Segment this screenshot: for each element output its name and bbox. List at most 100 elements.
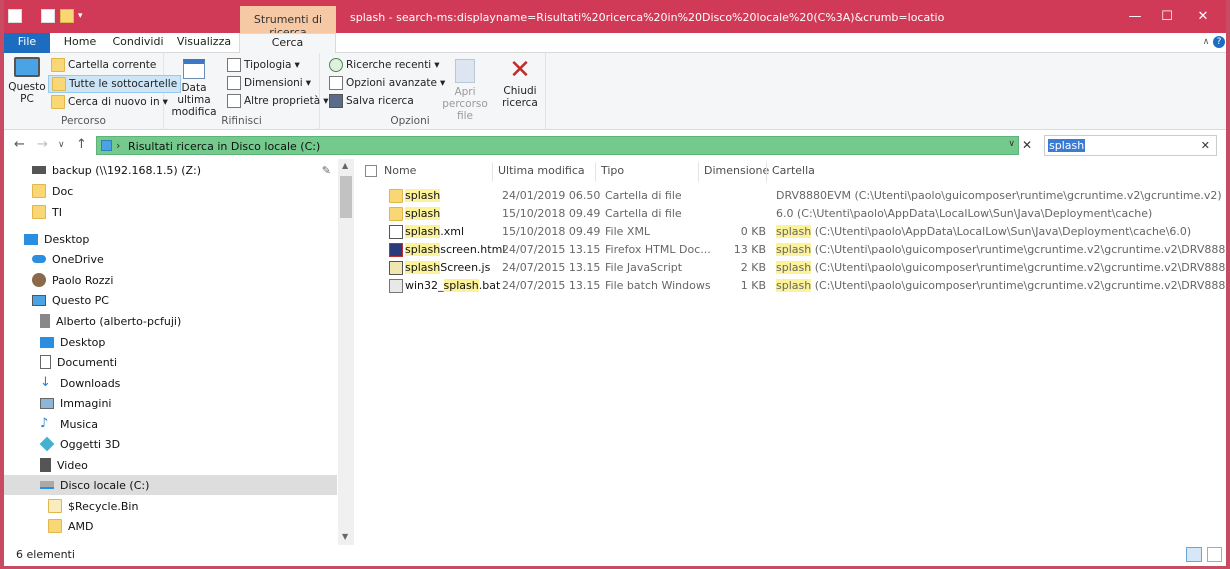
search-folder-icon: [51, 95, 65, 109]
ricerche-recenti-button[interactable]: Ricerche recenti ▾: [326, 56, 443, 74]
column-header-modified[interactable]: Ultima modifica: [498, 164, 585, 184]
properties-icon[interactable]: [41, 9, 55, 23]
questo-pc-button[interactable]: Questo PC: [8, 57, 46, 105]
sidebar-item-doc[interactable]: Doc: [4, 181, 337, 201]
sidebar-item-label: Oggetti 3D: [60, 437, 121, 451]
table-row[interactable]: splash 24/01/2019 06.50 Cartella di file…: [381, 187, 1222, 205]
address-dropdown-icon[interactable]: ∨: [1008, 139, 1015, 149]
app-icon[interactable]: [8, 9, 22, 23]
breadcrumb[interactable]: Risultati ricerca in Disco locale (C:): [128, 140, 320, 153]
column-divider[interactable]: [698, 162, 699, 182]
sidebar-item-recycle[interactable]: $Recycle.Bin: [4, 496, 337, 516]
navigation-pane: backup (\\192.168.1.5) (Z:) ✎ Doc TI Desk…: [4, 159, 354, 545]
cartella-corrente-label: Cartella corrente: [68, 59, 157, 71]
recent-locations-icon[interactable]: ∨: [58, 140, 65, 150]
sidebar-item-backup[interactable]: backup (\\192.168.1.5) (Z:) ✎: [4, 160, 337, 180]
tab-visualizza[interactable]: Visualizza: [176, 33, 232, 53]
tab-cerca[interactable]: Cerca: [239, 33, 336, 54]
chiudi-ricerca-button[interactable]: ✕ Chiudi ricerca: [500, 57, 540, 109]
salva-ricerca-button[interactable]: Salva ricerca: [326, 92, 417, 110]
sidebar-scrollbar[interactable]: ▲ ▼: [338, 159, 354, 545]
clear-search-button[interactable]: ✕: [1201, 139, 1210, 152]
customize-qa-icon[interactable]: ▾: [78, 11, 83, 25]
tab-file[interactable]: File: [4, 33, 50, 53]
tab-home[interactable]: Home: [60, 33, 100, 53]
tab-condividi[interactable]: Condividi: [108, 33, 168, 53]
sidebar-item-oggetti-3d[interactable]: Oggetti 3D: [4, 434, 337, 454]
scrollbar-thumb[interactable]: [340, 176, 352, 218]
forward-button[interactable]: →: [37, 137, 48, 152]
sidebar-item-desktop[interactable]: Desktop: [4, 229, 337, 249]
search-box[interactable]: splash ✕: [1044, 135, 1217, 156]
column-header-folder[interactable]: Cartella: [772, 164, 815, 184]
column-header-name[interactable]: Nome: [384, 164, 416, 184]
altre-proprieta-button[interactable]: Altre proprietà ▾: [224, 92, 331, 110]
table-row[interactable]: splashscreen.html 24/07/2015 13.15 Firef…: [381, 241, 1226, 259]
group-label: Percorso: [61, 115, 106, 127]
salva-ricerca-label: Salva ricerca: [346, 95, 414, 107]
help-icon[interactable]: ?: [1213, 36, 1225, 48]
tipologia-button[interactable]: Tipologia ▾: [224, 56, 303, 74]
sidebar-item-documenti[interactable]: Documenti: [4, 352, 337, 372]
column-divider[interactable]: [766, 162, 767, 182]
large-icons-view-button[interactable]: [1207, 547, 1222, 562]
group-rifinisci: Data ultima modifica Tipologia ▾ Dimensio…: [164, 53, 328, 130]
bat-file-icon: [389, 279, 403, 293]
file-name: splash: [405, 207, 441, 220]
table-row[interactable]: splash.xml 15/10/2018 09.49 File XML 0 K…: [381, 223, 1221, 241]
sidebar-item-immagini[interactable]: Immagini: [4, 393, 337, 413]
select-all-checkbox[interactable]: [365, 165, 377, 177]
apri-percorso-button[interactable]: Apri percorso file: [434, 59, 496, 122]
collapse-ribbon-icon[interactable]: ∧: [1199, 33, 1213, 53]
sidebar-item-amd[interactable]: AMD: [4, 516, 337, 536]
column-header-size[interactable]: Dimensione: [704, 164, 769, 184]
folder-icon: [389, 207, 403, 221]
tutte-sottocartelle-button[interactable]: Tutte le sottocartelle: [48, 75, 182, 93]
open-location-icon: [455, 59, 475, 83]
status-bar: 6 elementi: [4, 545, 1226, 566]
cartella-corrente-button[interactable]: Cartella corrente: [48, 56, 159, 74]
close-button[interactable]: ✕: [1180, 0, 1226, 33]
search-input[interactable]: splash: [1048, 139, 1086, 152]
file-name: splashScreen.js: [405, 261, 491, 274]
sidebar-item-label: Desktop: [44, 232, 90, 246]
up-button[interactable]: ↑: [76, 137, 87, 152]
sidebar-item-disco-locale[interactable]: Disco locale (C:): [4, 475, 337, 495]
table-row[interactable]: win32_splash.bat 24/07/2015 13.15 File b…: [381, 277, 1226, 295]
file-name: win32_splash.bat: [405, 279, 501, 292]
column-divider[interactable]: [492, 162, 493, 182]
sidebar-item-questo-pc[interactable]: Questo PC: [4, 290, 337, 310]
sidebar-item-musica[interactable]: ♪ Musica: [4, 414, 337, 434]
window-title: splash - search-ms:displayname=Risultati…: [350, 11, 945, 24]
sidebar-item-desktop-pc[interactable]: Desktop: [4, 332, 337, 352]
sidebar-item-onedrive[interactable]: OneDrive: [4, 249, 337, 269]
sidebar-item-ti[interactable]: TI: [4, 202, 337, 222]
file-type: Firefox HTML Doc...: [605, 243, 711, 256]
details-view-button[interactable]: [1186, 547, 1202, 562]
back-button[interactable]: ←: [14, 137, 25, 152]
file-modified: 24/07/2015 13.15: [502, 243, 601, 256]
sidebar-item-downloads[interactable]: ↓ Downloads: [4, 373, 337, 393]
cerca-di-nuovo-button[interactable]: Cerca di nuovo in ▾: [48, 93, 171, 111]
data-modifica-button[interactable]: Data ultima modifica: [168, 59, 220, 118]
clear-address-button[interactable]: ✕: [1022, 138, 1032, 152]
pin-icon[interactable]: ✎: [322, 164, 331, 177]
file-size: 2 KB: [740, 261, 766, 274]
file-type: Cartella di file: [605, 189, 682, 202]
table-row[interactable]: splashScreen.js 24/07/2015 13.15 File Ja…: [381, 259, 1226, 277]
column-divider[interactable]: [595, 162, 596, 182]
scroll-down-icon[interactable]: ▼: [342, 532, 348, 541]
scroll-up-icon[interactable]: ▲: [342, 161, 348, 170]
new-folder-icon[interactable]: [60, 9, 74, 23]
sidebar-item-alberto[interactable]: Alberto (alberto-pcfuji): [4, 311, 337, 331]
sidebar-item-user[interactable]: Paolo Rozzi: [4, 270, 337, 290]
opzioni-avanzate-button[interactable]: Opzioni avanzate ▾: [326, 74, 448, 92]
context-tab-search-tools: Strumenti di ricerca: [240, 6, 336, 39]
group-opzioni: Ricerche recenti ▾ Opzioni avanzate ▾ Salv…: [320, 53, 546, 130]
dimensioni-button[interactable]: Dimensioni ▾: [224, 74, 314, 92]
column-header-type[interactable]: Tipo: [601, 164, 624, 184]
address-bar[interactable]: › Risultati ricerca in Disco locale (C:)…: [96, 136, 1019, 155]
sidebar-item-video[interactable]: Video: [4, 455, 337, 475]
network-drive-icon: [32, 166, 46, 174]
table-row[interactable]: splash 15/10/2018 09.49 Cartella di file…: [381, 205, 1221, 223]
